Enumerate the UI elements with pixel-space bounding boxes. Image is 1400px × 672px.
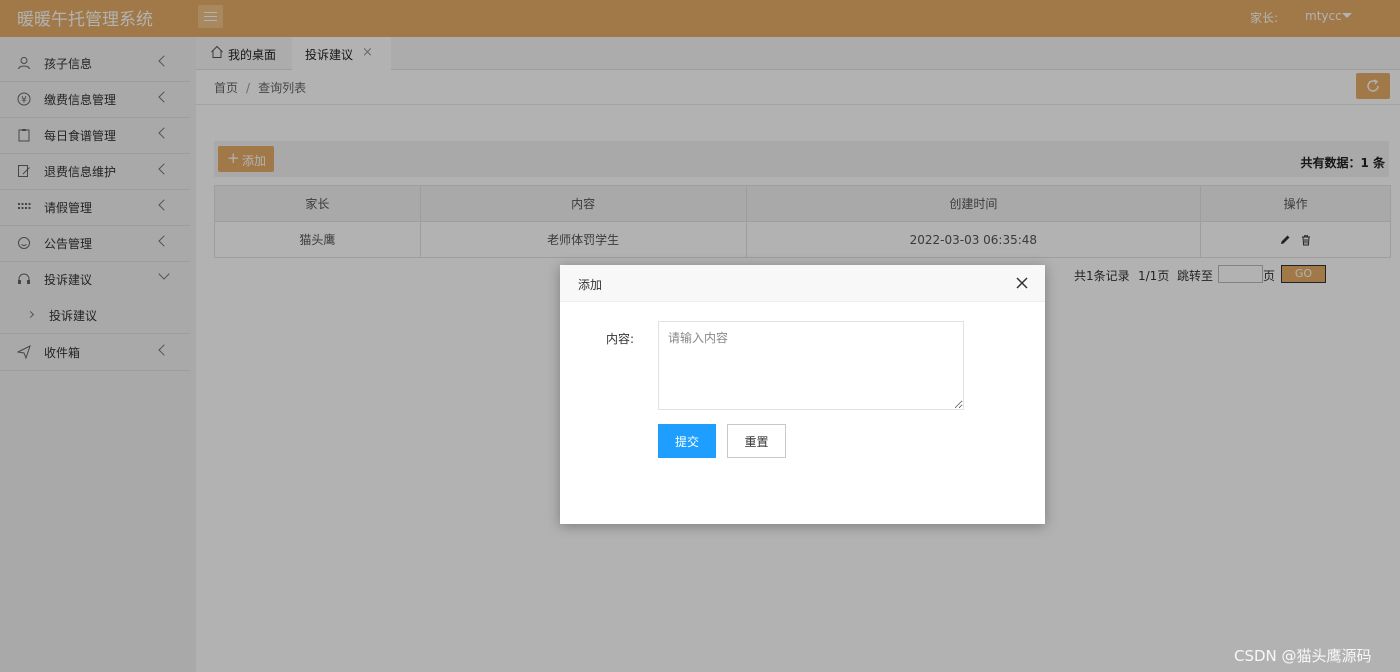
close-icon[interactable]	[1015, 276, 1029, 290]
submit-button[interactable]: 提交	[658, 424, 716, 458]
dialog-header: 添加	[560, 265, 1045, 302]
content-textarea[interactable]	[658, 321, 964, 410]
watermark: CSDN @猫头鹰源码	[1234, 647, 1372, 665]
content-label: 内容:	[606, 332, 635, 346]
dialog-title: 添加	[578, 278, 603, 292]
reset-button[interactable]: 重置	[727, 424, 786, 458]
add-dialog: 添加 内容: 提交 重置	[560, 265, 1045, 524]
